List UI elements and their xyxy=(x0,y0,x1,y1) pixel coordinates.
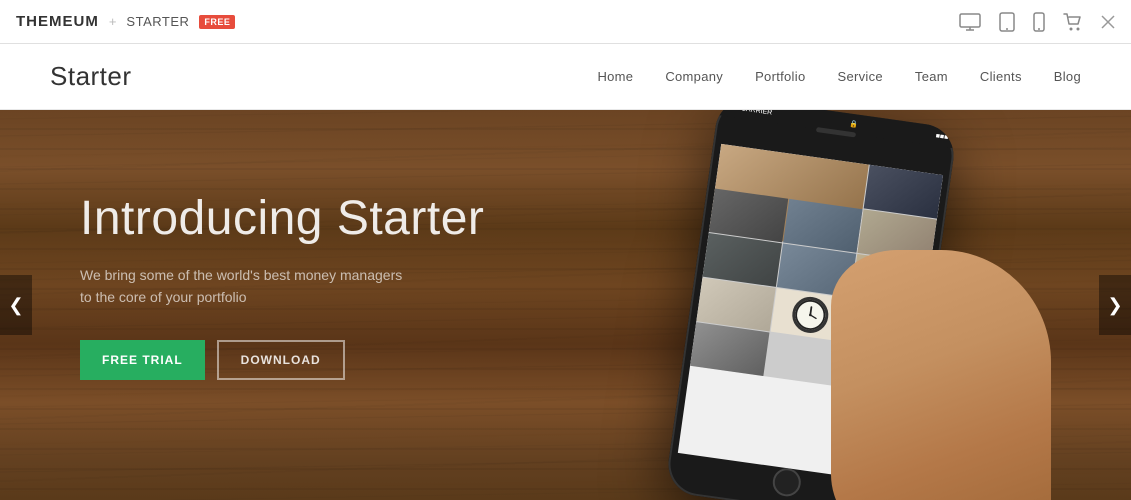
top-bar: THEMEUM + STARTER FREE xyxy=(0,0,1131,44)
free-trial-button[interactable]: FREE TRIAL xyxy=(80,340,205,380)
nav-portfolio[interactable]: Portfolio xyxy=(755,69,805,84)
separator: + xyxy=(109,14,117,29)
nav-bar: Starter Home Company Portfolio Service T… xyxy=(0,44,1131,110)
phone-mockup: ●●● CARRIER 🔒 ■■■ xyxy=(661,110,1041,500)
phone-home-button xyxy=(771,466,803,498)
hero-prev-arrow[interactable]: ❮ xyxy=(0,275,32,335)
mobile-icon[interactable] xyxy=(1033,12,1045,32)
nav-team[interactable]: Team xyxy=(915,69,948,84)
close-icon[interactable] xyxy=(1101,15,1115,29)
nav-blog[interactable]: Blog xyxy=(1054,69,1081,84)
nav-links: Home Company Portfolio Service Team Clie… xyxy=(597,69,1081,84)
top-bar-left: THEMEUM + STARTER FREE xyxy=(16,13,235,30)
photo-cell xyxy=(690,322,769,376)
hero-next-arrow[interactable]: ❯ xyxy=(1099,275,1131,335)
hand-image xyxy=(831,250,1051,500)
free-badge: FREE xyxy=(199,15,235,29)
nav-home[interactable]: Home xyxy=(597,69,633,84)
tab-label[interactable]: STARTER xyxy=(126,14,189,29)
nav-service[interactable]: Service xyxy=(837,69,882,84)
hero-subtitle: We bring some of the world's best money … xyxy=(80,264,484,309)
hero-buttons: FREE TRIAL DOWNLOAD xyxy=(80,340,484,380)
hero-section: Introducing Starter We bring some of the… xyxy=(0,110,1131,500)
nav-company[interactable]: Company xyxy=(665,69,723,84)
hero-content: Introducing Starter We bring some of the… xyxy=(80,190,484,380)
hero-title: Introducing Starter xyxy=(80,190,484,248)
desktop-icon[interactable] xyxy=(959,13,981,31)
top-bar-right xyxy=(959,12,1115,32)
download-button[interactable]: DOWNLOAD xyxy=(217,340,345,380)
tablet-icon[interactable] xyxy=(999,12,1015,32)
clock xyxy=(790,295,831,336)
brand-name: THEMEUM xyxy=(16,13,99,30)
cart-icon[interactable] xyxy=(1063,13,1083,31)
site-logo: Starter xyxy=(50,61,250,92)
nav-clients[interactable]: Clients xyxy=(980,69,1022,84)
